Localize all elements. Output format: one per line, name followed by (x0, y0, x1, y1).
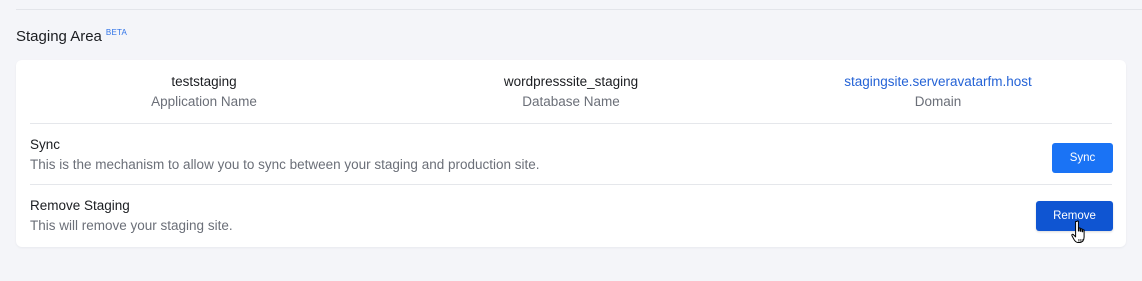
database-name-info: wordpresssite_staging Database Name (421, 74, 721, 110)
remove-staging-title: Remove Staging (30, 198, 130, 213)
domain-info: stagingsite.serveravatarfm.host Domain (788, 74, 1088, 110)
remove-staging-description: This will remove your staging site. (30, 218, 233, 233)
sync-row: Sync This is the mechanism to allow you … (16, 124, 1126, 184)
top-divider (16, 9, 1142, 10)
staging-card: teststaging Application Name wordpresssi… (16, 60, 1126, 247)
beta-badge: BETA (105, 28, 128, 37)
sync-description: This is the mechanism to allow you to sy… (30, 157, 540, 172)
database-name-label: Database Name (522, 94, 620, 109)
application-name-info: teststaging Application Name (54, 74, 354, 110)
staging-info-row: teststaging Application Name wordpresssi… (16, 60, 1126, 123)
domain-label: Domain (914, 94, 962, 109)
application-name-label: Application Name (151, 94, 257, 109)
section-title: Staging Area (16, 28, 102, 45)
database-name-value: wordpresssite_staging (503, 74, 639, 89)
sync-title: Sync (30, 137, 61, 152)
remove-staging-row: Remove Staging This will remove your sta… (16, 185, 1126, 245)
remove-button[interactable]: Remove (1036, 201, 1113, 231)
sync-button[interactable]: Sync (1052, 143, 1113, 173)
domain-link[interactable]: stagingsite.serveravatarfm.host (788, 74, 1088, 90)
section-header: Staging Area BETA (16, 28, 127, 45)
application-name-value: teststaging (171, 74, 237, 89)
